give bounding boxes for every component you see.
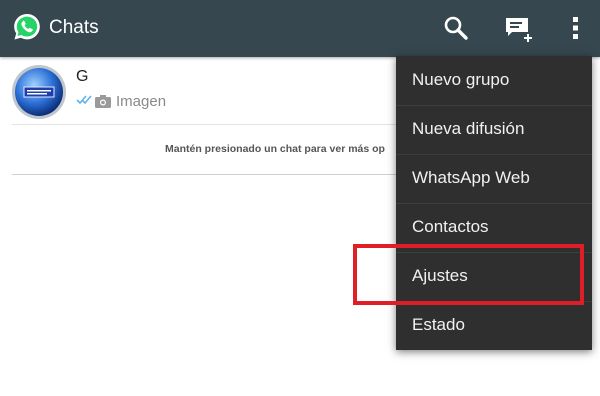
new-chat-icon[interactable] bbox=[503, 13, 533, 43]
divider bbox=[12, 124, 412, 125]
double-check-icon bbox=[76, 95, 92, 105]
menu-item-nueva-difusion[interactable]: Nueva difusión bbox=[396, 105, 592, 154]
menu-item-label: Estado bbox=[412, 315, 465, 334]
menu-item-whatsapp-web[interactable]: WhatsApp Web bbox=[396, 154, 592, 203]
app-bar: Chats bbox=[0, 0, 600, 57]
menu-item-label: WhatsApp Web bbox=[412, 168, 530, 187]
chat-preview-text: Imagen bbox=[116, 93, 167, 110]
menu-item-estado[interactable]: Estado bbox=[396, 301, 592, 350]
overflow-menu: Nuevo grupo Nueva difusión WhatsApp Web … bbox=[396, 56, 592, 350]
menu-item-label: Contactos bbox=[412, 217, 489, 236]
more-vert-icon[interactable] bbox=[561, 13, 591, 43]
whatsapp-logo-icon bbox=[14, 14, 40, 40]
search-icon[interactable] bbox=[441, 13, 471, 43]
menu-item-label: Nueva difusión bbox=[412, 119, 525, 138]
chat-name: G bbox=[76, 68, 89, 85]
group-avatar-icon bbox=[12, 65, 66, 119]
camera-icon bbox=[95, 95, 111, 108]
menu-item-nuevo-grupo[interactable]: Nuevo grupo bbox=[396, 56, 592, 105]
app-title: Chats bbox=[49, 17, 99, 38]
highlight-box bbox=[353, 244, 584, 305]
menu-item-label: Nuevo grupo bbox=[412, 70, 510, 89]
long-press-hint: Mantén presionado un chat para ver más o… bbox=[165, 143, 385, 155]
